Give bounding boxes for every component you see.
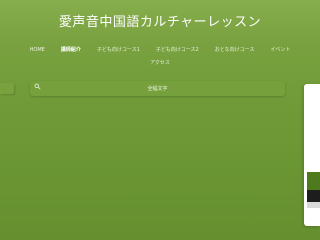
search-label: 全幅文字 — [147, 86, 168, 92]
nav-item-home[interactable]: HOME — [30, 46, 45, 54]
nav-item-events[interactable]: イベント — [270, 46, 290, 54]
nav-item-adult-course[interactable]: おとな向けコース — [215, 46, 255, 54]
main-nav: HOME 講師紹介 子ども向けコース1 子ども向けコース2 おとな向けコース イ… — [20, 46, 300, 67]
nav-item-access[interactable]: アクセス — [150, 59, 170, 67]
nav-item-kids-course-1[interactable]: 子ども向けコース1 — [97, 46, 140, 54]
left-panel-toggle[interactable] — [0, 83, 14, 94]
site-title[interactable]: 愛声音中国語カルチャーレッスン — [0, 11, 320, 30]
widget-thumbnail-dark — [307, 190, 320, 202]
side-widget-panel[interactable] — [304, 84, 320, 226]
nav-item-teachers[interactable]: 講師紹介 — [61, 46, 81, 54]
widget-thumbnail — [307, 172, 320, 190]
search-bar[interactable]: 全幅文字 — [30, 81, 285, 96]
nav-item-kids-course-2[interactable]: 子ども向けコース2 — [156, 46, 199, 54]
search-icon — [34, 83, 41, 90]
widget-thumbnail-light — [307, 202, 320, 208]
